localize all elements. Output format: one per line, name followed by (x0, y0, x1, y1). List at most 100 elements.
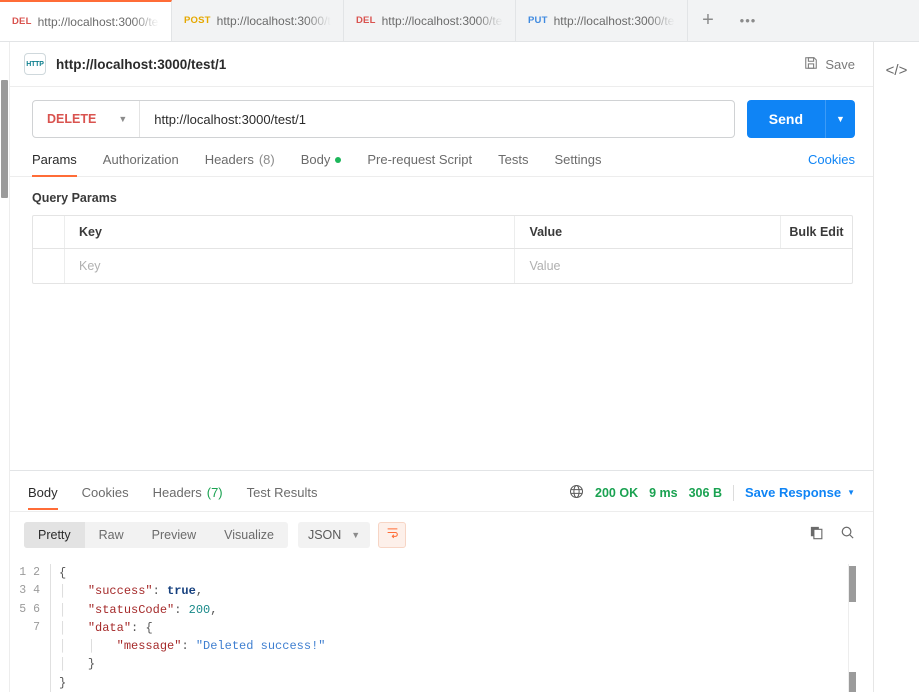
tab-count-badge: (8) (258, 152, 275, 167)
code-scrollbar[interactable] (848, 563, 856, 692)
json-body-content[interactable]: {│ "success": true, │ "statusCode": 200, │… (59, 564, 873, 692)
status-divider (732, 484, 734, 501)
send-button[interactable]: Send (746, 100, 825, 138)
tab-count-badge: (7) (206, 485, 223, 501)
tab-url-label: http://localhost:3000/tes (553, 13, 675, 28)
param-value-input[interactable]: Value (515, 249, 852, 283)
save-button-label: Save (825, 56, 855, 72)
code-minimap-marker[interactable] (849, 671, 856, 692)
code-token: : (174, 602, 189, 617)
code-token: } (87, 657, 96, 672)
request-tab-item-headers[interactable]: Headers (8) (205, 152, 275, 176)
request-tab-2[interactable]: DEL http://localhost:3000/test (344, 0, 516, 41)
workspace-body: HTTP http://localhost:3000/test/1 Save D… (0, 42, 919, 692)
body-present-dot-icon (335, 156, 342, 163)
code-token: { (59, 565, 67, 580)
code-token: "statusCode" (87, 602, 175, 617)
tab-method-label: DEL (356, 15, 376, 26)
request-tab-item-pre-request-script[interactable]: Pre-request Script (367, 152, 472, 176)
request-tab-item-params[interactable]: Params (32, 152, 77, 177)
tab-strip-filler (768, 0, 919, 41)
tab-label: Tests (498, 152, 529, 167)
code-line: │ "data": { (59, 619, 873, 637)
postman-window: DEL http://localhost:3000/test POST http://… (0, 0, 919, 692)
request-response-column: HTTP http://localhost:3000/test/1 Save D… (10, 42, 873, 692)
response-language-dropdown[interactable]: JSON ▼ (297, 521, 371, 548)
breadcrumb-bar: HTTP http://localhost:3000/test/1 Save (10, 42, 873, 87)
code-token: { (145, 620, 153, 635)
status-badge: 200 OK (595, 485, 639, 500)
response-tab-item-headers[interactable]: Headers (7) (153, 485, 223, 509)
code-gutter-divider (50, 563, 51, 692)
send-button-group: Send ▼ (746, 100, 855, 138)
tab-label: Headers (152, 485, 202, 501)
request-tab-1[interactable]: POST http://localhost:3000/te (172, 0, 344, 41)
tab-label: Pre-request Script (367, 152, 473, 167)
http-method-label: DELETE (47, 112, 97, 126)
tab-label: Headers (204, 152, 254, 167)
indent-guide: │ (59, 639, 88, 654)
send-options-chevron-icon[interactable]: ▼ (825, 100, 855, 138)
format-tab-preview[interactable]: Preview (138, 522, 210, 548)
code-token: : (181, 639, 196, 654)
line-numbers: 1 2 3 4 5 6 7 (19, 565, 40, 634)
row-checkbox-cell[interactable] (33, 249, 65, 283)
query-params-table: Key Value Bulk Edit Key Value (32, 215, 853, 284)
request-tab-item-body[interactable]: Body (301, 152, 342, 176)
chevron-down-icon: ▼ (118, 114, 128, 124)
url-box: DELETE ▼ (32, 100, 735, 138)
request-tab-0[interactable]: DEL http://localhost:3000/test (0, 0, 172, 41)
code-snippet-icon[interactable]: </> (886, 62, 908, 79)
copy-icon[interactable] (809, 525, 824, 545)
request-tab-item-authorization[interactable]: Authorization (103, 152, 179, 176)
http-method-dropdown[interactable]: DELETE ▼ (33, 101, 141, 137)
request-tab-item-tests[interactable]: Tests (498, 152, 528, 176)
response-language-label: JSON (307, 527, 342, 542)
url-input[interactable] (140, 101, 734, 137)
request-section-tabs: Params Authorization Headers (8) Body Pre-req… (10, 138, 873, 177)
tab-label: Settings (554, 152, 602, 167)
response-section-tabs: Body Cookies Headers (7) Test Results 200 OK… (10, 471, 873, 512)
response-tab-item-test-results[interactable]: Test Results (247, 485, 318, 509)
right-sidebar: </> (873, 42, 919, 692)
indent-guide: │ (59, 584, 88, 599)
header-checkbox-cell (33, 216, 65, 248)
new-tab-button[interactable]: + (688, 0, 728, 41)
tab-method-label: PUT (528, 15, 548, 26)
request-tab-3[interactable]: PUT http://localhost:3000/tes (516, 0, 688, 41)
response-tab-item-body[interactable]: Body (28, 485, 58, 511)
tab-label: Authorization (102, 152, 179, 167)
tab-url-label: http://localhost:3000/test (37, 14, 159, 29)
response-tab-item-cookies[interactable]: Cookies (82, 485, 129, 509)
bulk-edit-button[interactable]: Bulk Edit (780, 216, 852, 248)
code-token: , (210, 602, 218, 617)
left-scrollbar[interactable] (0, 42, 10, 692)
param-key-input[interactable]: Key (65, 249, 516, 283)
left-scrollbar-thumb[interactable] (1, 80, 8, 198)
code-token: : (152, 584, 168, 599)
code-token: "Deleted success!" (195, 639, 326, 654)
tab-label: Body (300, 152, 331, 167)
code-line: │ "statusCode": 200, (59, 601, 873, 619)
format-tab-pretty[interactable]: Pretty (24, 521, 85, 548)
tab-options-icon[interactable]: ••• (728, 0, 768, 41)
format-tab-visualize[interactable]: Visualize (210, 522, 288, 548)
chevron-down-icon: ▼ (847, 488, 855, 498)
wrap-lines-button[interactable] (378, 521, 407, 548)
code-token: } (59, 675, 67, 690)
search-icon[interactable] (840, 525, 855, 545)
tab-url-label: http://localhost:3000/te (216, 13, 331, 28)
chevron-down-icon: ▼ (351, 529, 361, 540)
http-protocol-icon: HTTP (24, 53, 46, 75)
save-response-label: Save Response (744, 485, 842, 501)
response-status-group: 200 OK 9 ms 306 B Save Response ▼ (569, 484, 855, 511)
response-time: 9 ms (649, 485, 678, 500)
save-button[interactable]: Save (804, 56, 855, 73)
format-tab-raw[interactable]: Raw (85, 522, 138, 548)
save-response-button[interactable]: Save Response ▼ (745, 485, 855, 500)
code-scrollbar-thumb[interactable] (849, 565, 856, 602)
request-pane-filler (10, 284, 873, 470)
request-tab-item-settings[interactable]: Settings (554, 152, 601, 176)
tab-method-label: DEL (12, 16, 32, 27)
cookies-link[interactable]: Cookies (808, 152, 855, 176)
